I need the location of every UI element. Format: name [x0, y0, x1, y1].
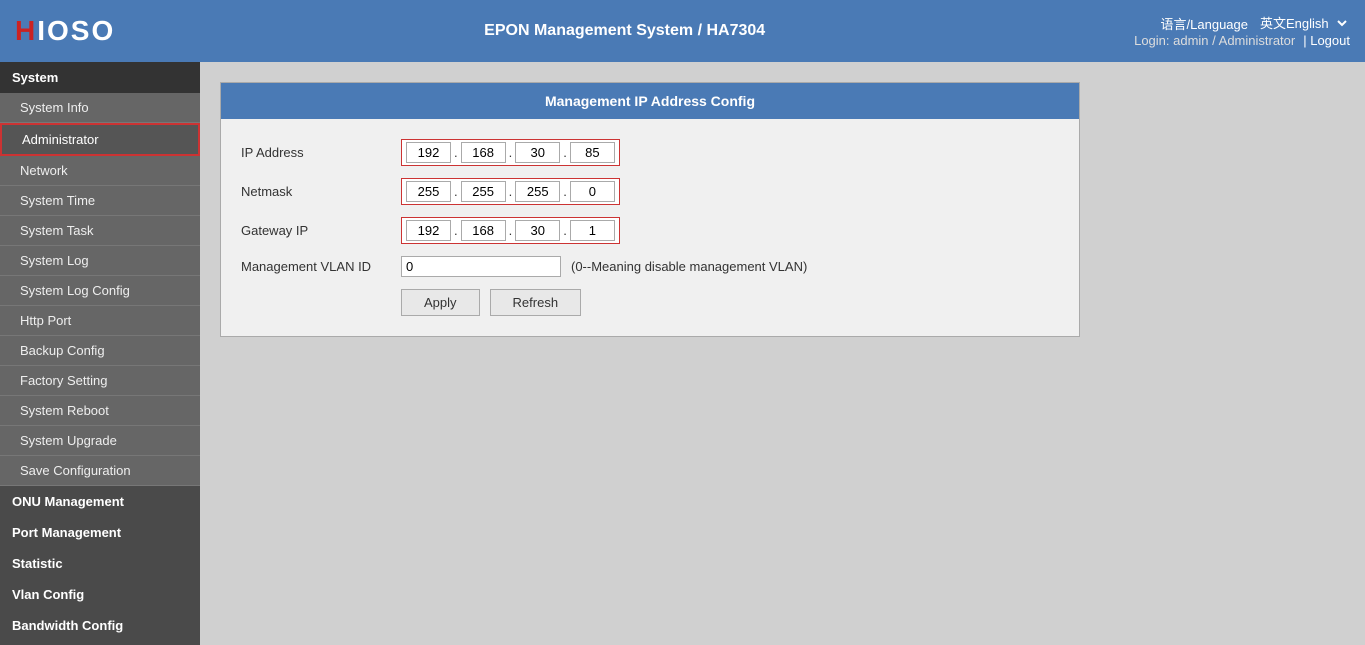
language-select[interactable]: 英文English 中文Chinese: [1256, 15, 1350, 32]
netmask-octet4[interactable]: [570, 181, 615, 202]
gateway-octet2[interactable]: [461, 220, 506, 241]
ip-address-row: IP Address . . .: [241, 139, 1059, 166]
sidebar-item-backup-config[interactable]: Backup Config: [0, 336, 200, 366]
header: HIOSO EPON Management System / HA7304 语言…: [0, 0, 1365, 62]
sidebar-item-onu-management[interactable]: ONU Management: [0, 486, 200, 517]
login-row: Login: admin / Administrator | Logout: [1134, 33, 1350, 48]
vlan-label: Management VLAN ID: [241, 259, 401, 274]
page-title: EPON Management System / HA7304: [115, 22, 1134, 40]
logo-rest: IOSO: [37, 15, 115, 46]
sidebar-item-system-log[interactable]: System Log: [0, 246, 200, 276]
netmask-dot-2: .: [506, 184, 516, 199]
config-box-body: IP Address . . . Netmask: [221, 119, 1079, 336]
sidebar-item-statistic[interactable]: Statistic: [0, 548, 200, 579]
logo-h-letter: H: [15, 15, 37, 46]
gateway-dot-2: .: [506, 223, 516, 238]
sidebar-item-system-reboot[interactable]: System Reboot: [0, 396, 200, 426]
netmask-label: Netmask: [241, 184, 401, 199]
sidebar-item-port-management[interactable]: Port Management: [0, 517, 200, 548]
ip-dot-1: .: [451, 145, 461, 160]
vlan-input[interactable]: [401, 256, 561, 277]
netmask-octet1[interactable]: [406, 181, 451, 202]
ip-address-octet2[interactable]: [461, 142, 506, 163]
netmask-dot-3: .: [560, 184, 570, 199]
sidebar-item-administrator[interactable]: Administrator: [0, 123, 200, 156]
gateway-octet3[interactable]: [515, 220, 560, 241]
netmask-fields: . . .: [401, 178, 620, 205]
login-text: Login: admin / Administrator: [1134, 33, 1295, 48]
gateway-dot-1: .: [451, 223, 461, 238]
ip-address-octet1[interactable]: [406, 142, 451, 163]
config-box: Management IP Address Config IP Address …: [220, 82, 1080, 337]
netmask-dot-1: .: [451, 184, 461, 199]
logout-link[interactable]: | Logout: [1303, 33, 1350, 48]
gateway-label: Gateway IP: [241, 223, 401, 238]
gateway-octet4[interactable]: [570, 220, 615, 241]
sidebar-item-http-port[interactable]: Http Port: [0, 306, 200, 336]
sidebar-item-bandwidth-config[interactable]: Bandwidth Config: [0, 610, 200, 641]
netmask-row: Netmask . . .: [241, 178, 1059, 205]
gateway-row: Gateway IP . . .: [241, 217, 1059, 244]
vlan-row: Management VLAN ID (0--Meaning disable m…: [241, 256, 1059, 277]
sidebar-item-system-time[interactable]: System Time: [0, 186, 200, 216]
sidebar-group-system: System: [0, 62, 200, 93]
logo: HIOSO: [15, 15, 115, 47]
config-box-title: Management IP Address Config: [221, 83, 1079, 119]
vlan-hint: (0--Meaning disable management VLAN): [571, 259, 807, 274]
ip-address-octet3[interactable]: [515, 142, 560, 163]
sidebar-item-system-info[interactable]: System Info: [0, 93, 200, 123]
header-right: 语言/Language 英文English 中文Chinese Login: a…: [1134, 14, 1350, 48]
main-content: Management IP Address Config IP Address …: [200, 62, 1365, 645]
sidebar-item-system-log-config[interactable]: System Log Config: [0, 276, 200, 306]
ip-address-fields: . . .: [401, 139, 620, 166]
logo-text: HIOSO: [15, 15, 115, 47]
sidebar-item-save-configuration[interactable]: Save Configuration: [0, 456, 200, 486]
gateway-octet1[interactable]: [406, 220, 451, 241]
netmask-octet2[interactable]: [461, 181, 506, 202]
layout: System System Info Administrator Network…: [0, 62, 1365, 645]
sidebar-item-factory-setting[interactable]: Factory Setting: [0, 366, 200, 396]
ip-dot-2: .: [506, 145, 516, 160]
button-row: Apply Refresh: [401, 289, 1059, 316]
ip-dot-3: .: [560, 145, 570, 160]
sidebar: System System Info Administrator Network…: [0, 62, 200, 645]
sidebar-item-vlan-config[interactable]: Vlan Config: [0, 579, 200, 610]
gateway-dot-3: .: [560, 223, 570, 238]
refresh-button[interactable]: Refresh: [490, 289, 582, 316]
apply-button[interactable]: Apply: [401, 289, 480, 316]
sidebar-item-system-task[interactable]: System Task: [0, 216, 200, 246]
sidebar-item-system-upgrade[interactable]: System Upgrade: [0, 426, 200, 456]
netmask-octet3[interactable]: [515, 181, 560, 202]
gateway-fields: . . .: [401, 217, 620, 244]
ip-address-label: IP Address: [241, 145, 401, 160]
language-label: 语言/Language: [1161, 14, 1248, 33]
language-row: 语言/Language 英文English 中文Chinese: [1161, 14, 1350, 33]
ip-address-octet4[interactable]: [570, 142, 615, 163]
sidebar-item-olt-mac-config[interactable]: OLT Mac Config: [0, 641, 200, 645]
sidebar-item-network[interactable]: Network: [0, 156, 200, 186]
